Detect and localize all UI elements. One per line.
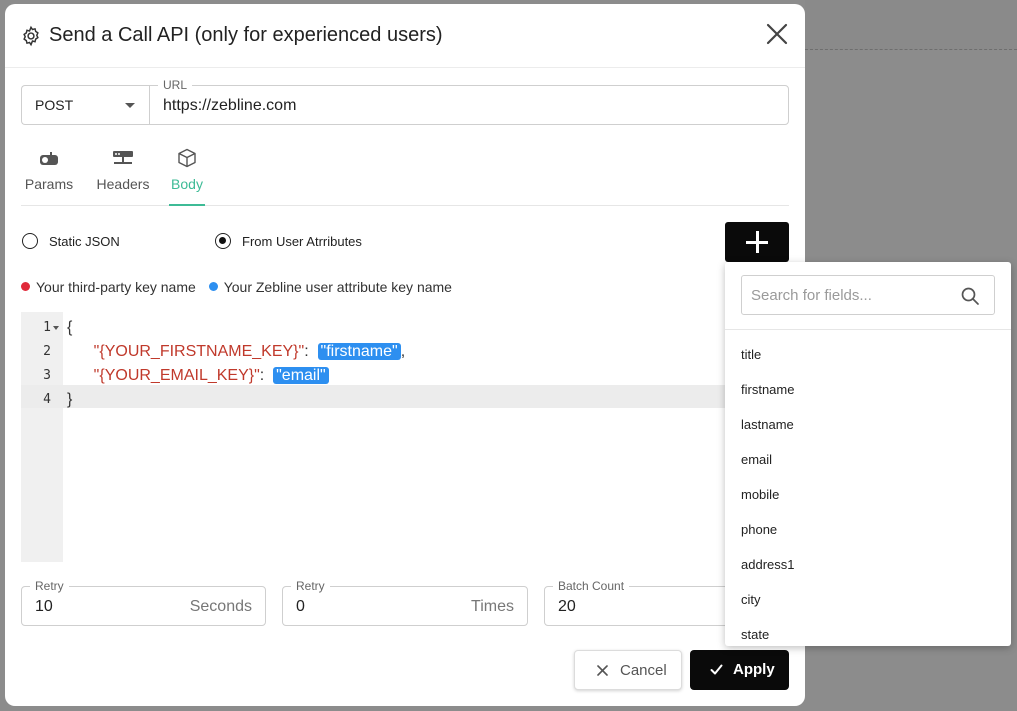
field-picker-dropdown: title firstname lastname email mobile ph…	[725, 262, 1011, 646]
cancel-button[interactable]: Cancel	[574, 650, 682, 690]
cube-icon	[178, 148, 196, 168]
check-icon	[710, 664, 723, 675]
radio-unchecked-icon	[22, 233, 38, 249]
close-icon[interactable]	[764, 21, 790, 47]
static-json-radio[interactable]: Static JSON	[22, 233, 132, 251]
tab-body-label: Body	[171, 176, 203, 192]
comma: ,	[400, 343, 406, 360]
modal-header: Send a Call API (only for experienced us…	[5, 4, 805, 68]
dropdown-divider	[725, 329, 1011, 330]
batch-count-value: 20	[558, 598, 576, 615]
zebline-legend: Your Zebline user attribute key name	[223, 279, 452, 295]
code-line: 3 "{YOUR_EMAIL_KEY}": "email"	[21, 364, 725, 388]
plus-icon-stem	[756, 231, 759, 253]
code-text: "{YOUR_EMAIL_KEY}": "email"	[67, 367, 329, 385]
retry-seconds-label: Retry	[30, 579, 69, 593]
close-icon	[597, 665, 608, 676]
url-label: URL	[158, 78, 193, 92]
tab-headers-label: Headers	[96, 176, 150, 192]
url-value: https://zebline.com	[163, 97, 297, 114]
retry-times-unit: Times	[471, 598, 514, 615]
key-legend: Your third-party key name Your Zebline u…	[21, 279, 452, 297]
code-text: }	[67, 391, 72, 409]
retry-seconds-unit: Seconds	[189, 598, 252, 615]
field-search-input[interactable]	[742, 276, 957, 314]
retry-times-label: Retry	[291, 579, 330, 593]
red-dot-icon	[21, 282, 30, 291]
apply-label: Apply	[733, 661, 775, 678]
line-number: 2	[43, 344, 51, 359]
gear-icon	[23, 25, 39, 47]
static-json-label: Static JSON	[49, 234, 120, 249]
backdrop-strip	[805, 0, 1017, 50]
method-value: POST	[35, 97, 74, 113]
field-item-phone[interactable]: phone	[725, 512, 1011, 547]
code-text: {	[67, 319, 72, 337]
code-line: 4 }	[21, 388, 725, 412]
code-line: 2 "{YOUR_FIRSTNAME_KEY}": "firstname",	[21, 340, 725, 364]
retry-seconds-field[interactable]: Retry 10 Seconds	[21, 579, 266, 626]
open-brace: {	[67, 319, 73, 336]
zebline-attribute-value: "firstname"	[317, 343, 401, 360]
request-tabs: Params Headers Body	[21, 144, 789, 206]
third-party-key: "{YOUR_FIRSTNAME_KEY}"	[93, 343, 305, 360]
field-list: title firstname lastname email mobile ph…	[725, 337, 1011, 646]
retry-times-field[interactable]: Retry 0 Times	[282, 579, 528, 626]
field-item-mobile[interactable]: mobile	[725, 477, 1011, 512]
field-item-city[interactable]: city	[725, 582, 1011, 617]
json-editor[interactable]: 1 { 2 "{YOUR_FIRSTNAME_KEY}": "firstname…	[21, 312, 725, 562]
blue-dot-icon	[208, 282, 218, 291]
field-item-title[interactable]: title	[725, 337, 1011, 372]
zebline-attribute-value: "email"	[273, 367, 329, 384]
chevron-down-icon	[125, 103, 135, 108]
url-field[interactable]: URL https://zebline.com	[149, 78, 789, 125]
send-call-api-modal: Send a Call API (only for experienced us…	[5, 4, 805, 706]
field-search-box	[741, 275, 995, 315]
modal-title: Send a Call API (only for experienced us…	[49, 24, 443, 46]
third-party-legend: Your third-party key name	[36, 279, 196, 295]
field-item-state[interactable]: state	[725, 617, 1011, 646]
colon: :	[259, 367, 265, 384]
field-item-address1[interactable]: address1	[725, 547, 1011, 582]
method-select[interactable]: POST	[21, 85, 149, 125]
line-number: 4	[43, 392, 51, 407]
retry-times-value: 0	[296, 598, 305, 615]
close-brace: }	[67, 391, 73, 408]
mailbox-icon	[40, 152, 58, 165]
code-line: 1 {	[21, 316, 725, 340]
third-party-key: "{YOUR_EMAIL_KEY}"	[93, 367, 260, 384]
from-user-attributes-radio[interactable]: From User Atrributes	[215, 233, 375, 251]
radio-checked-icon	[215, 233, 231, 249]
cancel-label: Cancel	[620, 662, 667, 679]
field-item-firstname[interactable]: firstname	[725, 372, 1011, 407]
line-number: 1	[43, 320, 51, 335]
tab-body[interactable]: Body	[169, 144, 205, 206]
batch-count-label: Batch Count	[553, 579, 630, 593]
field-item-lastname[interactable]: lastname	[725, 407, 1011, 442]
from-user-attributes-label: From User Atrributes	[242, 234, 362, 249]
search-icon[interactable]	[960, 286, 980, 306]
tab-headers[interactable]: Headers	[91, 144, 155, 206]
code-text: "{YOUR_FIRSTNAME_KEY}": "firstname",	[67, 343, 405, 361]
network-icon	[113, 151, 133, 164]
retry-seconds-value: 10	[35, 598, 53, 615]
add-field-button[interactable]	[725, 222, 789, 262]
apply-button[interactable]: Apply	[690, 650, 789, 690]
field-item-email[interactable]: email	[725, 442, 1011, 477]
tab-params[interactable]: Params	[21, 144, 77, 206]
line-number: 3	[43, 368, 51, 383]
colon: :	[304, 343, 309, 360]
tab-params-label: Params	[24, 176, 74, 192]
fold-arrow-icon[interactable]	[53, 326, 59, 330]
